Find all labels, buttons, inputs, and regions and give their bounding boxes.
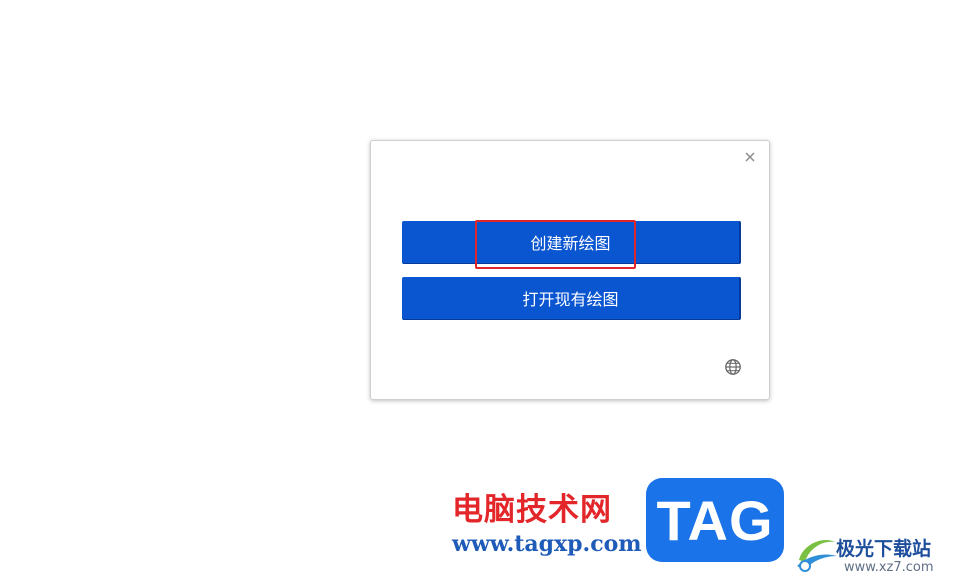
language-button[interactable] [724, 358, 742, 376]
open-existing-drawing-button[interactable]: 打开现有绘图 [402, 277, 741, 320]
watermark-site-url: www.tagxp.com [452, 531, 642, 557]
download-site-url: www.xz7.com [844, 560, 934, 575]
create-new-drawing-button[interactable]: 创建新绘图 [402, 221, 741, 264]
tag-logo: TAG [646, 478, 784, 562]
globe-icon [725, 359, 741, 375]
new-drawing-dialog: 创建新绘图 打开现有绘图 [370, 140, 770, 400]
download-site-name: 极光下载站 [836, 538, 932, 560]
close-icon [745, 152, 755, 162]
aurora-logo-icon [797, 540, 837, 572]
watermark-site-name: 电脑技术网 [452, 492, 612, 528]
close-button[interactable] [743, 150, 757, 164]
